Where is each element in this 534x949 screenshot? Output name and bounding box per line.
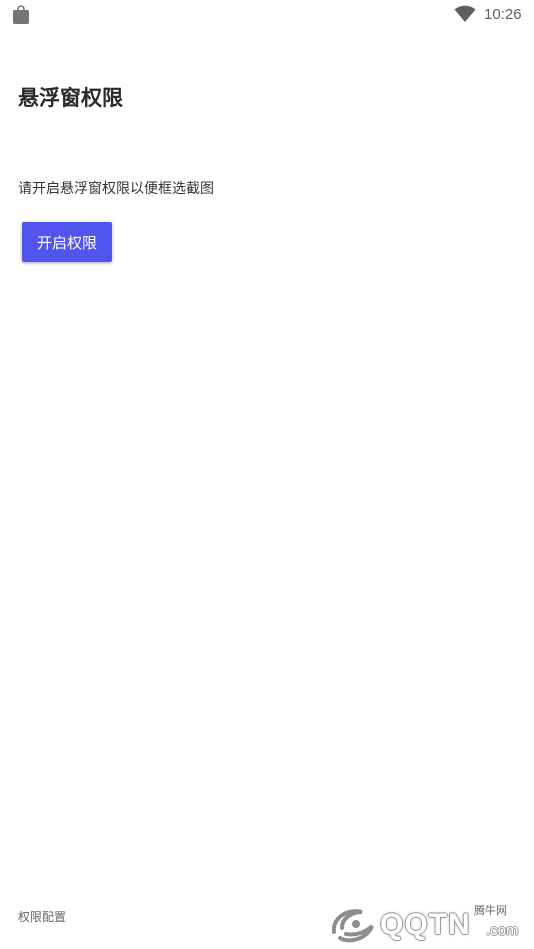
status-time: 10:26 [484, 6, 522, 23]
page-title: 悬浮窗权限 [18, 86, 123, 110]
watermark-chinese: 腾牛网 [474, 904, 507, 917]
permission-settings-link[interactable]: 权限配置 [18, 908, 66, 926]
swirl-icon [331, 909, 374, 943]
enable-permission-button[interactable]: 开启权限 [22, 222, 112, 262]
watermark-domain: .com [486, 922, 519, 939]
watermark-logo: QQTN 腾牛网 .com [328, 898, 534, 949]
wifi-icon [454, 5, 476, 22]
status-bar: 10:26 [0, 0, 534, 30]
permission-description: 请开启悬浮窗权限以便框选截图 [18, 181, 214, 197]
app-screen: { "status_bar": { "time": "10:26", "left… [0, 0, 534, 949]
watermark-brand: QQTN [380, 908, 471, 941]
shopping-bag-icon [13, 5, 29, 24]
